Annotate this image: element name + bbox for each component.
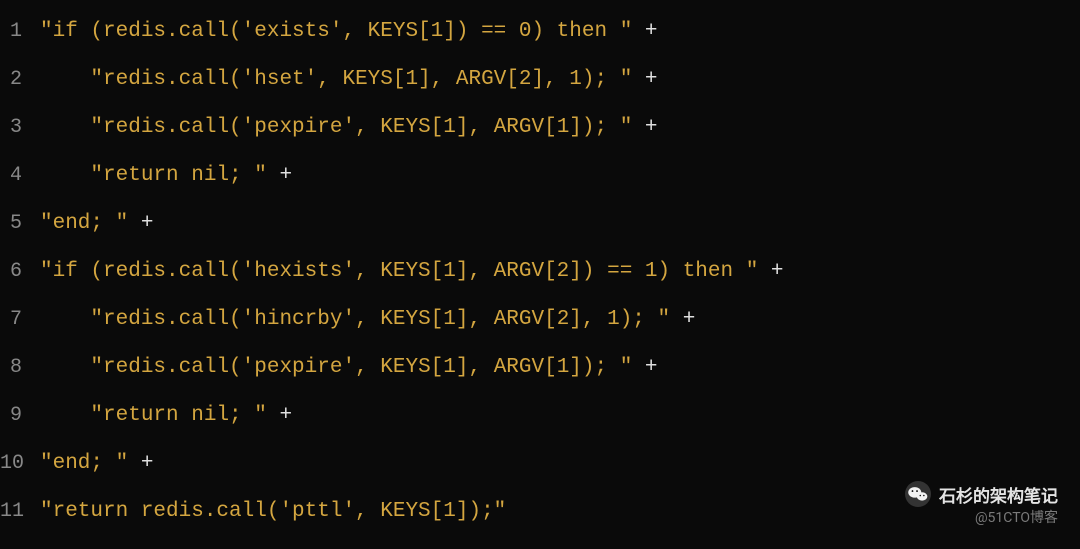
- code-editor: 1 "if (redis.call('exists', KEYS[1]) == …: [0, 0, 1080, 544]
- code-line: 7 "redis.call('hincrby', KEYS[1], ARGV[2…: [0, 296, 1080, 344]
- code-content: "end; " +: [40, 440, 153, 488]
- code-content: "return redis.call('pttl', KEYS[1]);": [40, 488, 506, 536]
- line-number: 5: [0, 200, 40, 248]
- line-number: 8: [0, 344, 40, 392]
- code-line: 3 "redis.call('pexpire', KEYS[1], ARGV[1…: [0, 104, 1080, 152]
- watermark-title: 石杉的架构笔记: [939, 482, 1058, 507]
- line-number: 9: [0, 392, 40, 440]
- line-number: 10: [0, 440, 40, 488]
- code-content: "return nil; " +: [40, 152, 292, 200]
- wechat-icon: [905, 481, 931, 507]
- line-number: 4: [0, 152, 40, 200]
- line-number: 1: [0, 8, 40, 56]
- code-line: 8 "redis.call('pexpire', KEYS[1], ARGV[1…: [0, 344, 1080, 392]
- code-line: 2 "redis.call('hset', KEYS[1], ARGV[2], …: [0, 56, 1080, 104]
- code-content: "return nil; " +: [40, 392, 292, 440]
- code-content: "redis.call('hincrby', KEYS[1], ARGV[2],…: [40, 296, 695, 344]
- line-number: 11: [0, 488, 40, 536]
- code-line: 1 "if (redis.call('exists', KEYS[1]) == …: [0, 8, 1080, 56]
- line-number: 3: [0, 104, 40, 152]
- code-content: "redis.call('pexpire', KEYS[1], ARGV[1])…: [40, 344, 658, 392]
- code-line: 4 "return nil; " +: [0, 152, 1080, 200]
- watermark-badge: 石杉的架构笔记: [905, 481, 1058, 507]
- line-number: 6: [0, 248, 40, 296]
- code-content: "end; " +: [40, 200, 153, 248]
- code-content: "redis.call('hset', KEYS[1], ARGV[2], 1)…: [40, 56, 658, 104]
- code-content: "redis.call('pexpire', KEYS[1], ARGV[1])…: [40, 104, 658, 152]
- watermark-subtitle: @51CTO博客: [975, 507, 1058, 527]
- code-line: 6 "if (redis.call('hexists', KEYS[1], AR…: [0, 248, 1080, 296]
- code-content: "if (redis.call('hexists', KEYS[1], ARGV…: [40, 248, 784, 296]
- code-content: "if (redis.call('exists', KEYS[1]) == 0)…: [40, 8, 658, 56]
- line-number: 7: [0, 296, 40, 344]
- code-line: 9 "return nil; " +: [0, 392, 1080, 440]
- code-line: 5 "end; " +: [0, 200, 1080, 248]
- line-number: 2: [0, 56, 40, 104]
